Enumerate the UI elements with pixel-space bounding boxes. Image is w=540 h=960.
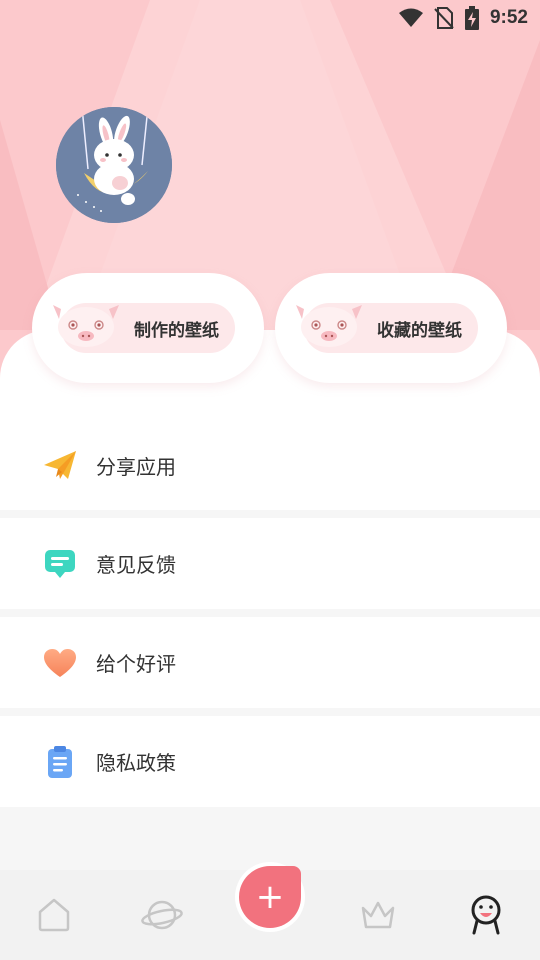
no-sim-icon	[434, 7, 454, 29]
status-bar: 9:52	[0, 0, 540, 36]
battery-charging-icon	[464, 6, 479, 30]
bunny-swing-avatar-image	[56, 107, 172, 223]
my-wallpapers-button[interactable]: 制作的壁纸	[53, 303, 235, 353]
pig-icon	[296, 305, 362, 347]
nav-discover[interactable]	[135, 888, 189, 942]
profile-icon	[471, 895, 501, 935]
menu-item-label: 分享应用	[96, 454, 176, 479]
favorite-wallpapers-card[interactable]: 收藏的壁纸	[275, 273, 507, 383]
settings-menu: 分享应用 意见反馈 给个好评 隐私政策	[0, 420, 540, 815]
favorite-wallpapers-label: 收藏的壁纸	[377, 320, 462, 341]
nav-vip[interactable]	[351, 888, 405, 942]
menu-item-label: 给个好评	[96, 652, 176, 676]
favorite-wallpapers-button[interactable]: 收藏的壁纸	[296, 303, 478, 353]
wifi-icon	[398, 8, 423, 27]
heart-icon	[40, 643, 80, 683]
clipboard-icon	[40, 742, 80, 782]
status-time: 9:52	[489, 7, 528, 28]
pig-icon	[53, 305, 119, 347]
nav-home[interactable]	[27, 888, 81, 942]
my-wallpapers-label: 制作的壁纸	[134, 320, 219, 341]
add-icon: +	[239, 866, 301, 928]
nav-profile[interactable]	[459, 888, 513, 942]
planet-icon	[141, 900, 183, 930]
menu-item-share-app[interactable]: 分享应用	[0, 420, 540, 510]
menu-item-feedback[interactable]: 意见反馈	[0, 518, 540, 609]
home-icon	[38, 898, 70, 932]
paper-plane-icon	[40, 445, 80, 485]
menu-item-label: 意见反馈	[96, 553, 176, 577]
avatar[interactable]	[56, 107, 172, 223]
crown-icon	[361, 901, 395, 929]
my-wallpapers-card[interactable]: 制作的壁纸	[32, 273, 264, 383]
feedback-chat-icon	[40, 544, 80, 584]
menu-item-rate-app[interactable]: 给个好评	[0, 617, 540, 708]
menu-item-label: 隐私政策	[96, 751, 176, 775]
create-wallpaper-button[interactable]: +	[235, 862, 305, 932]
menu-item-privacy-policy[interactable]: 隐私政策	[0, 716, 540, 807]
